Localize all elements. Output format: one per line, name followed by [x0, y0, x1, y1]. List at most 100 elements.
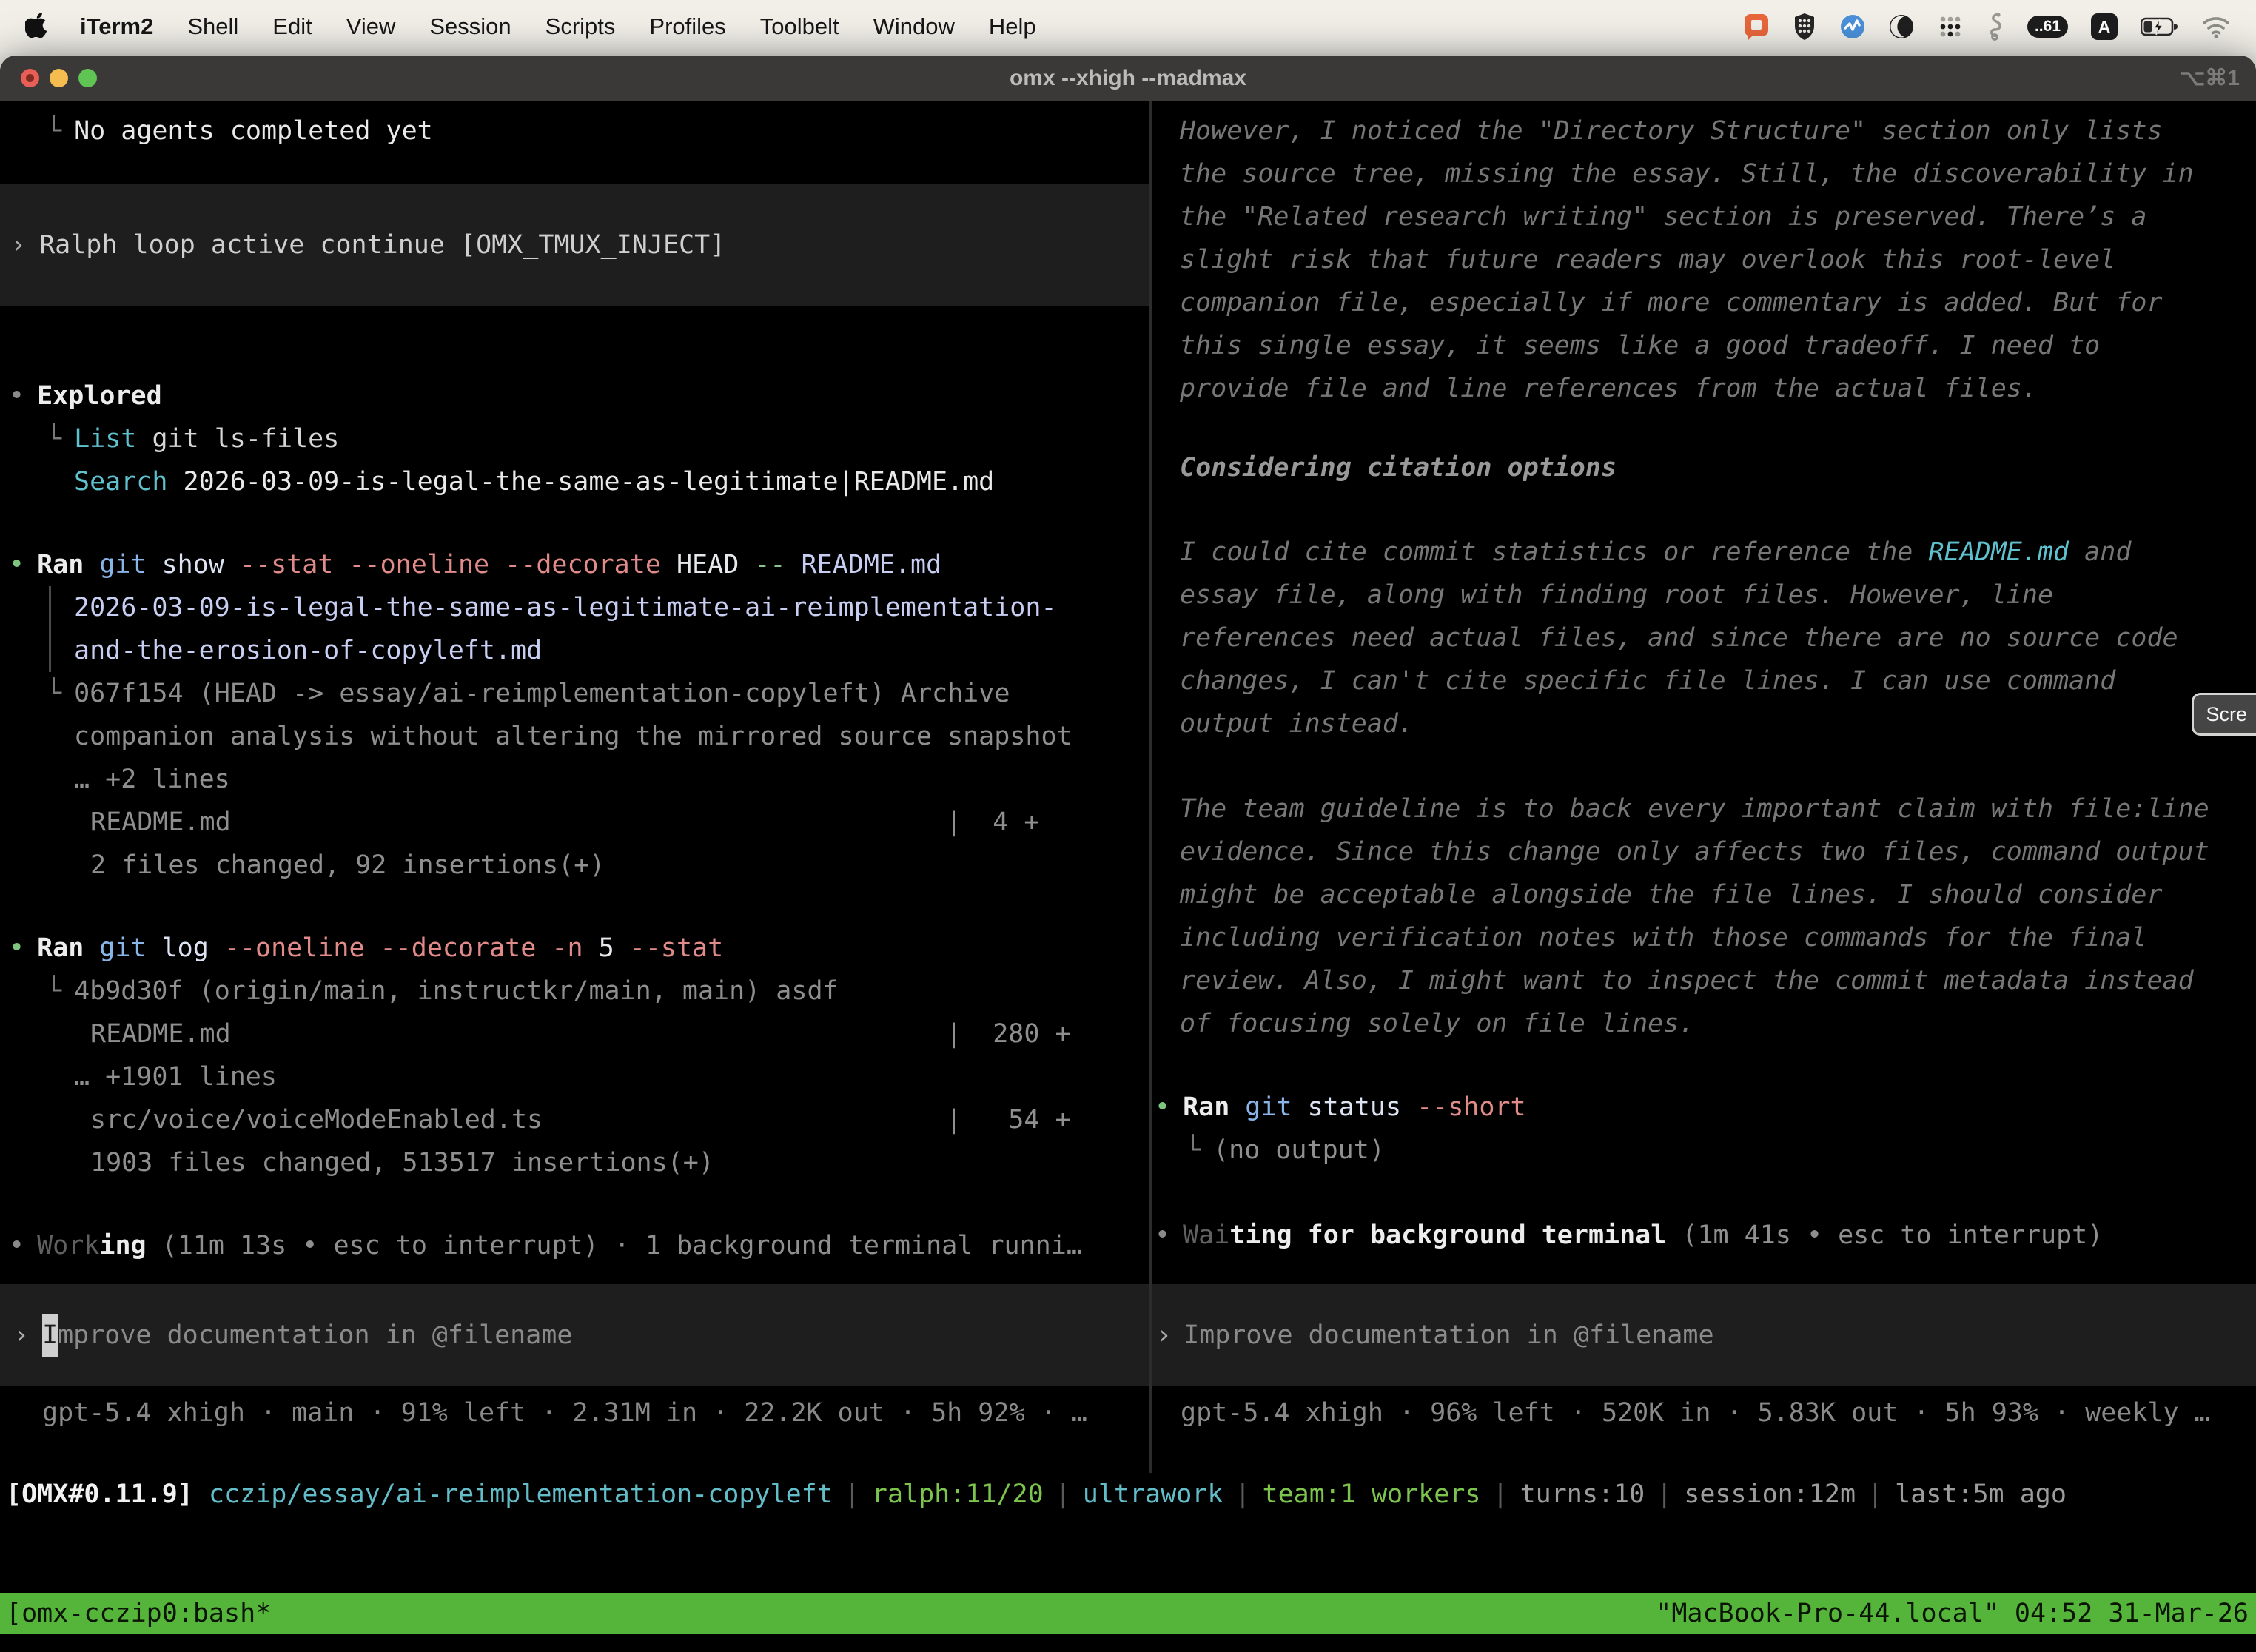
iterm-window: omx --xhigh --madmax ⌥⌘1 └No agents comp…	[0, 56, 2256, 1652]
activity-icon[interactable]	[1839, 13, 1866, 40]
menu-item-help[interactable]: Help	[989, 13, 1036, 40]
bullet-icon: •	[9, 550, 24, 580]
chat-icon[interactable]	[1743, 13, 1770, 41]
thinking-text-line: I could cite commit statistics or refere…	[1152, 531, 2256, 574]
omx-version: [OMX#0.11.9]	[6, 1480, 209, 1509]
thinking-text-line: review. Also, I might want to inspect th…	[1152, 959, 2256, 1002]
ran-label: Ran	[37, 933, 84, 963]
diffstat-summary: 1903 files changed, 513517 insertions(+)	[0, 1141, 1149, 1184]
thinking-text-line: might be acceptable alongside the file l…	[1152, 873, 2256, 916]
thinking-text-line: evidence. Since this change only affects…	[1152, 830, 2256, 873]
separator: |	[1856, 1480, 1895, 1509]
menu-item-profiles[interactable]: Profiles	[649, 13, 725, 40]
commit-summary-line: └067f154 (HEAD -> essay/ai-reimplementat…	[0, 672, 1149, 715]
chevron-icon: ›	[13, 1314, 29, 1357]
inject-prompt-text: Ralph loop active continue [OMX_TMUX_INJ…	[39, 224, 725, 266]
command-output-guide: 2026-03-09-is-legal-the-same-as-legitima…	[49, 586, 1149, 672]
tree-icon: └	[1185, 1135, 1201, 1165]
bullet-icon: •	[1155, 1092, 1170, 1122]
menu-item-window[interactable]: Window	[873, 13, 955, 40]
tool-verb: Search	[74, 467, 167, 497]
wifi-icon[interactable]	[2201, 15, 2231, 38]
thinking-text-line: references need actual files, and since …	[1152, 617, 2256, 659]
input-source-icon[interactable]: A	[2090, 13, 2118, 41]
count-badge[interactable]: ..61	[2027, 16, 2068, 38]
title-bar[interactable]: omx --xhigh --madmax ⌥⌘1	[0, 56, 2256, 101]
prompt-input[interactable]: › Improve documentation in @filename	[0, 1284, 1149, 1386]
omx-ralph-counter: ralph:11/20	[872, 1480, 1044, 1509]
tool-verb: List	[74, 424, 136, 454]
model-status-line: gpt-5.4 xhigh · main · 91% left · 2.31M …	[0, 1391, 1149, 1434]
right-pane[interactable]: However, I noticed the "Directory Struct…	[1152, 101, 2256, 1473]
menu-status-icons: ..61 A	[1743, 12, 2231, 41]
explored-label: Explored	[37, 381, 162, 411]
separator: |	[1645, 1480, 1684, 1509]
explored-list-line: └List git ls-files	[0, 417, 1149, 460]
tmux-session-name[interactable]: [omx-cczip0:bash*	[0, 1592, 271, 1635]
separator: |	[1481, 1480, 1520, 1509]
menu-item-iterm2[interactable]: iTerm2	[80, 13, 153, 40]
omx-worktree-path: cczip/essay/ai-reimplementation-copyleft	[209, 1480, 833, 1509]
dots-grid-icon[interactable]	[1937, 13, 1964, 40]
thinking-text-line: companion file, especially if more comme…	[1152, 281, 2256, 324]
ran-label: Ran	[1183, 1092, 1229, 1122]
diffstat-line: README.md| 280 +	[0, 1013, 1149, 1055]
ran-label: Ran	[37, 550, 84, 580]
bullet-icon: •	[1155, 1220, 1170, 1250]
ran-show-line: •Rangit show --stat --oneline --decorate…	[0, 543, 1149, 586]
explored-header-line: •Explored	[0, 375, 1149, 417]
omx-mode: ultrawork	[1083, 1480, 1223, 1509]
screen: iTerm2 Shell Edit View Session Scripts P…	[0, 0, 2256, 1652]
working-status-line: •Working (11m 13s • esc to interrupt) · …	[0, 1224, 1149, 1267]
menu-item-shell[interactable]: Shell	[187, 13, 238, 40]
thinking-text-line: However, I noticed the "Directory Struct…	[1152, 110, 2256, 152]
hook-icon[interactable]	[1986, 12, 2005, 41]
text-cursor: I	[42, 1314, 58, 1357]
command-output-line: └(no output)	[1152, 1129, 2256, 1172]
chevron-icon: ›	[10, 224, 26, 266]
battery-icon[interactable]	[2141, 16, 2179, 37]
window-title: omx --xhigh --madmax	[0, 66, 2256, 91]
thinking-heading: Considering citation options	[1152, 446, 2256, 489]
thinking-text-line: this single essay, it seems like a good …	[1152, 324, 2256, 367]
thinking-text-line: changes, I can't cite specific file line…	[1152, 659, 2256, 702]
ran-log-line: •Rangit log --oneline --decorate -n 5 --…	[0, 927, 1149, 970]
menu-bar: iTerm2 Shell Edit View Session Scripts P…	[0, 0, 2256, 53]
tree-icon: └	[46, 679, 61, 708]
menu-item-toolbelt[interactable]: Toolbelt	[760, 13, 839, 40]
omx-last-activity: last:5m ago	[1895, 1480, 2067, 1509]
commit-file-line: and-the-erosion-of-copyleft.md	[74, 629, 1149, 672]
commit-file-line: 2026-03-09-is-legal-the-same-as-legitima…	[74, 586, 1149, 629]
prompt-input[interactable]: ›Improve documentation in @filename	[1152, 1284, 2256, 1386]
waiting-status-line: •Waiting for background terminal (1m 41s…	[1152, 1214, 2256, 1257]
commit-summary-line: └4b9d30f (origin/main, instructkr/main, …	[0, 970, 1149, 1013]
window-shortcut: ⌥⌘1	[2180, 65, 2240, 91]
thinking-text-line: slight risk that future readers may over…	[1152, 238, 2256, 281]
agents-note-line: └No agents completed yet	[0, 110, 1149, 152]
diffstat-line: src/voice/voiceModeEnabled.ts| 54 +	[0, 1098, 1149, 1141]
omx-turns: turns:10	[1520, 1480, 1645, 1509]
left-pane[interactable]: └No agents completed yet › Ralph loop act…	[0, 101, 1149, 1473]
omx-team: team:1 workers	[1263, 1480, 1481, 1509]
thinking-text-line: essay file, along with finding root file…	[1152, 574, 2256, 617]
menu-item-scripts[interactable]: Scripts	[545, 13, 616, 40]
menu-item-view[interactable]: View	[346, 13, 396, 40]
separator: |	[1223, 1480, 1262, 1509]
inject-prompt-band[interactable]: › Ralph loop active continue [OMX_TMUX_IN…	[0, 184, 1149, 306]
moon-icon[interactable]	[1888, 13, 1915, 40]
menu-item-session[interactable]: Session	[429, 13, 511, 40]
more-lines-indicator: … +2 lines	[0, 758, 1149, 801]
terminal: └No agents completed yet › Ralph loop act…	[0, 101, 2256, 1652]
thinking-text-line: provide file and line references from th…	[1152, 367, 2256, 410]
menu-item-edit[interactable]: Edit	[272, 13, 312, 40]
shield-grid-icon[interactable]	[1792, 13, 1817, 41]
separator: |	[833, 1480, 872, 1509]
apple-menu[interactable]	[25, 13, 47, 40]
diffstat-summary: 2 files changed, 92 insertions(+)	[0, 844, 1149, 887]
prompt-placeholder: mprove documentation in @filename	[58, 1314, 572, 1357]
tree-icon: └	[46, 116, 61, 146]
prompt-placeholder: Improve documentation in @filename	[1184, 1314, 1713, 1357]
explored-search-line: Search 2026-03-09-is-legal-the-same-as-l…	[0, 460, 1149, 503]
ran-status-line: •Rangit status --short	[1152, 1086, 2256, 1129]
file-link[interactable]: README.md	[1928, 537, 2069, 567]
